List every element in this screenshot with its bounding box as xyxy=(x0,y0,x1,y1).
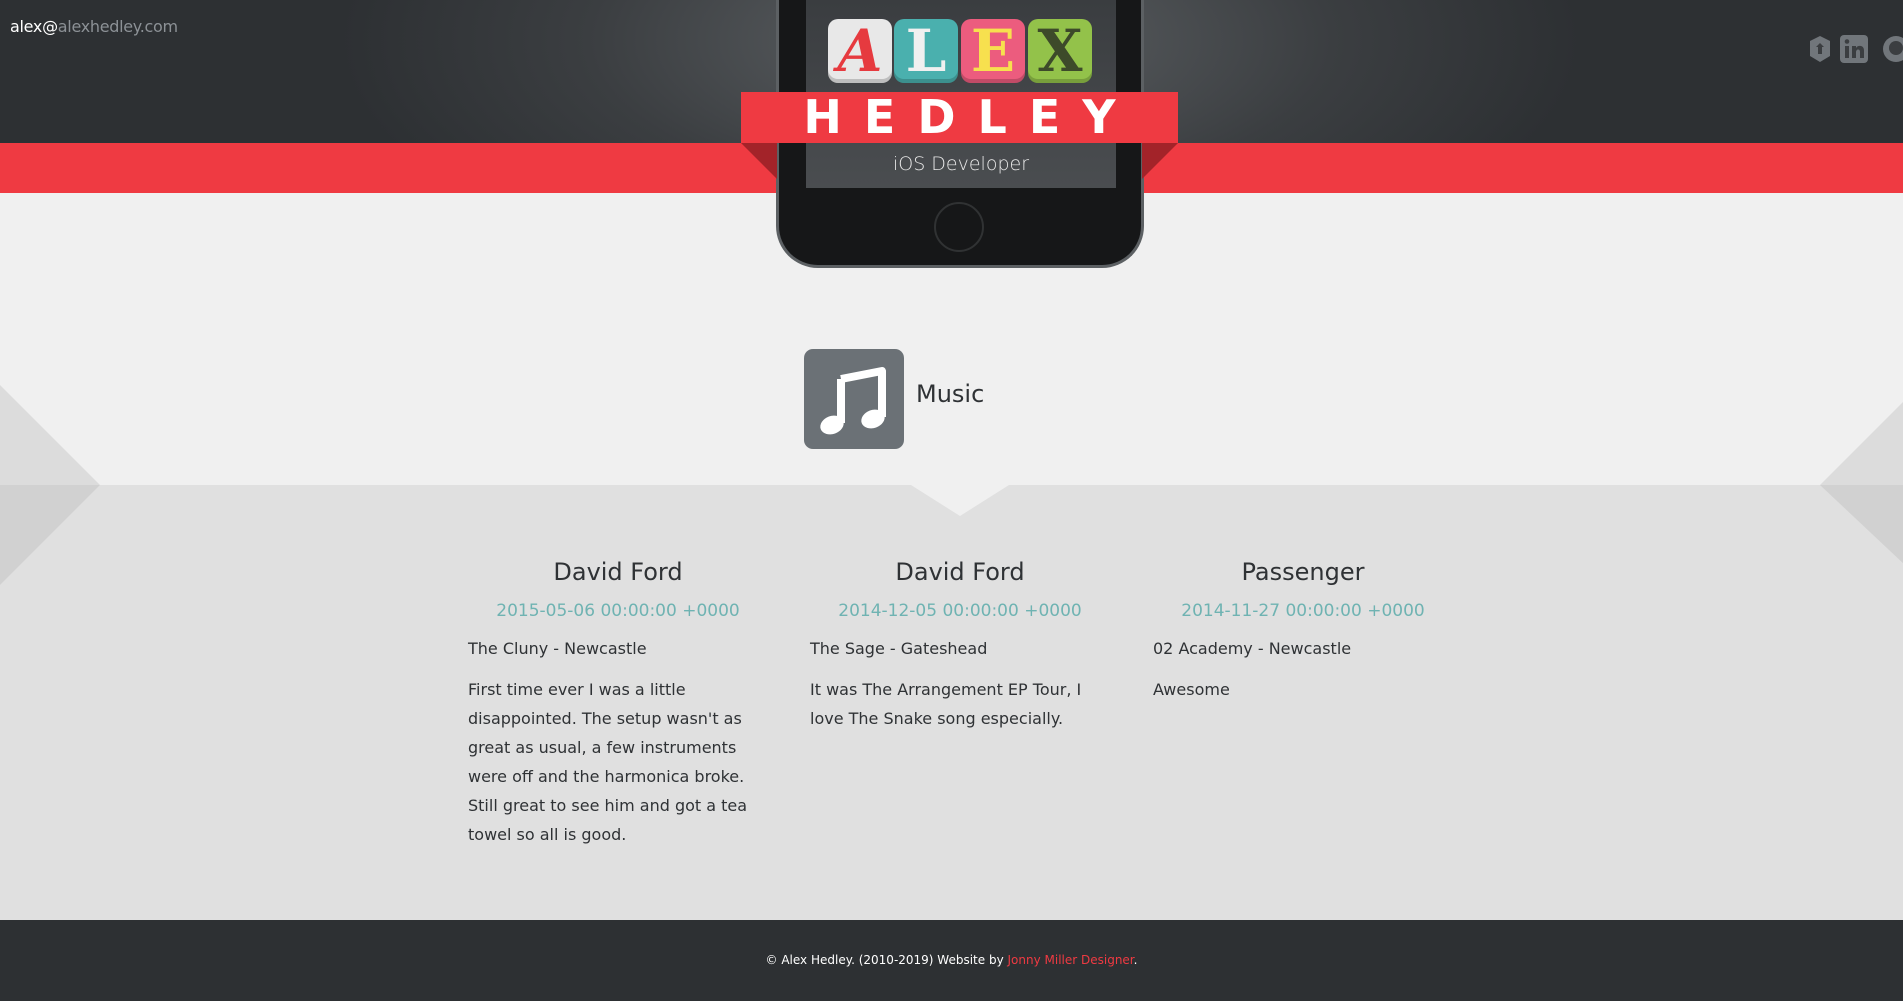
email-domain: alexhedley.com xyxy=(57,17,178,36)
site-footer: © Alex Hedley. (2010-2019) Website by Jo… xyxy=(0,920,1903,1001)
gig-artist: David Ford xyxy=(553,558,683,586)
footer-suffix: . xyxy=(1133,953,1138,967)
gig-venue: 02 Academy - Newcastle xyxy=(1153,639,1352,658)
logo-letter: X xyxy=(1037,17,1083,85)
email-user: alex@ xyxy=(10,17,58,36)
footer-text: © Alex Hedley. (2010-2019) Website by Jo… xyxy=(0,951,1903,969)
treehouse-icon[interactable] xyxy=(1805,34,1835,64)
linkedin-icon[interactable] xyxy=(1839,34,1869,64)
section-notch xyxy=(911,485,1009,516)
decor-triangle xyxy=(1820,400,1903,485)
gig-notes: First time ever I was a little disappoin… xyxy=(468,680,748,844)
logo-tile-a: A xyxy=(828,19,892,83)
logo-tile-e: E xyxy=(961,19,1025,83)
logo-letter: L xyxy=(905,17,947,85)
gig-notes: Awesome xyxy=(1153,680,1230,699)
music-note-icon xyxy=(804,349,904,449)
ribbon-fold-right xyxy=(1142,143,1178,179)
name-ribbon: HEDLEY xyxy=(741,92,1178,143)
gig-notes: It was The Arrangement EP Tour, I love T… xyxy=(810,680,1082,728)
decor-triangle xyxy=(1820,485,1903,565)
gig-venue: The Cluny - Newcastle xyxy=(468,639,647,658)
decor-triangle xyxy=(0,385,100,485)
section-title: Music xyxy=(916,380,985,408)
phone-home-button xyxy=(934,202,984,252)
logo-tile-l: L xyxy=(894,19,958,83)
gig-card: David Ford 2015-05-06 00:00:00 +0000 The… xyxy=(468,552,768,849)
email-link[interactable]: alex@alexhedley.com xyxy=(10,17,178,37)
gig-artist: Passenger xyxy=(1241,558,1365,586)
logo-letter: A xyxy=(837,17,883,85)
designer-link[interactable]: Jonny Miller Designer xyxy=(1008,953,1134,967)
decor-triangle xyxy=(0,485,100,585)
gig-artist: David Ford xyxy=(895,558,1025,586)
gig-date: 2015-05-06 00:00:00 +0000 xyxy=(496,601,740,621)
copyright-text: © Alex Hedley. (2010-2019) Website by xyxy=(765,953,1008,967)
ribbon-fold-left xyxy=(741,143,777,179)
gig-date: 2014-12-05 00:00:00 +0000 xyxy=(838,601,1082,621)
gig-card: Passenger 2014-11-27 00:00:00 +0000 02 A… xyxy=(1153,552,1453,704)
logo-tile-x: X xyxy=(1028,19,1092,83)
tagline: iOS Developer xyxy=(892,153,1030,175)
gig-date: 2014-11-27 00:00:00 +0000 xyxy=(1181,601,1425,621)
logo-letter: E xyxy=(970,17,1016,85)
gig-card: David Ford 2014-12-05 00:00:00 +0000 The… xyxy=(810,552,1110,733)
gig-venue: The Sage - Gateshead xyxy=(810,639,988,658)
github-icon[interactable] xyxy=(1881,34,1903,64)
